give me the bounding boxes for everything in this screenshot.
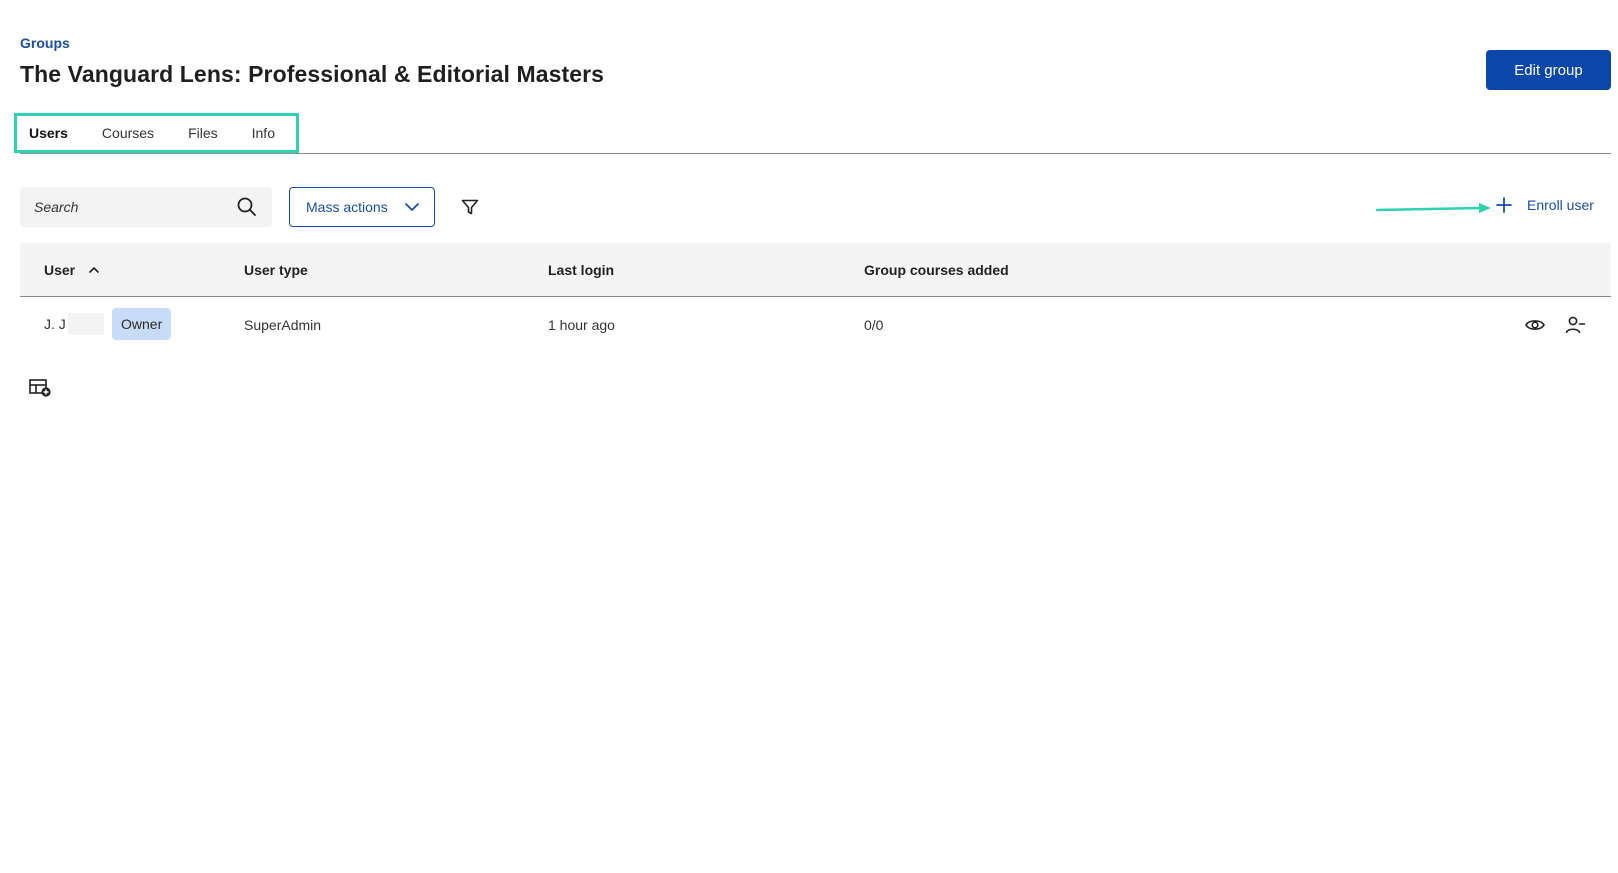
mass-actions-dropdown[interactable]: Mass actions — [289, 187, 435, 227]
plus-icon — [1495, 196, 1513, 214]
filter-icon[interactable] — [460, 197, 480, 217]
sort-up-icon[interactable] — [87, 263, 101, 277]
arrow-annotation — [1375, 203, 1491, 213]
page-title: The Vanguard Lens: Professional & Editor… — [20, 61, 605, 87]
user-type-cell: SuperAdmin — [244, 317, 322, 333]
search-box — [20, 187, 272, 227]
chevron-down-icon — [404, 199, 420, 215]
column-header-user-label: User — [44, 262, 76, 278]
eye-icon[interactable] — [1524, 314, 1546, 336]
search-icon[interactable] — [236, 196, 258, 218]
table-header: User User type Last login Group courses … — [20, 243, 1611, 297]
breadcrumb-groups[interactable]: Groups — [20, 35, 70, 51]
user-name-cell[interactable]: J. J — [44, 313, 104, 335]
courses-added-cell: 0/0 — [864, 317, 884, 333]
search-input[interactable] — [34, 199, 236, 215]
column-header-group-courses: Group courses added — [864, 262, 1009, 278]
tab-courses[interactable]: Courses — [102, 125, 154, 141]
column-header-user[interactable]: User — [44, 262, 101, 278]
tab-users[interactable]: Users — [29, 125, 68, 141]
last-login-cell: 1 hour ago — [548, 317, 615, 333]
table-row: J. J Owner SuperAdmin 1 hour ago 0/0 — [20, 298, 1611, 352]
mass-actions-label: Mass actions — [306, 199, 388, 215]
edit-group-button[interactable]: Edit group — [1486, 50, 1611, 90]
tab-divider — [20, 153, 1611, 154]
enroll-user-button[interactable]: Enroll user — [1495, 196, 1594, 214]
column-header-last-login: Last login — [548, 262, 615, 278]
owner-badge: Owner — [112, 308, 172, 340]
tab-bar: Users Courses Files Info — [14, 113, 299, 153]
enroll-user-label: Enroll user — [1527, 197, 1594, 213]
remove-user-icon[interactable] — [1564, 314, 1586, 336]
column-header-user-type: User type — [244, 262, 308, 278]
table-add-icon[interactable] — [28, 377, 52, 399]
tab-info[interactable]: Info — [252, 125, 275, 141]
tab-files[interactable]: Files — [188, 125, 218, 141]
redacted-name — [67, 313, 104, 335]
user-name[interactable]: J. J — [44, 316, 66, 332]
